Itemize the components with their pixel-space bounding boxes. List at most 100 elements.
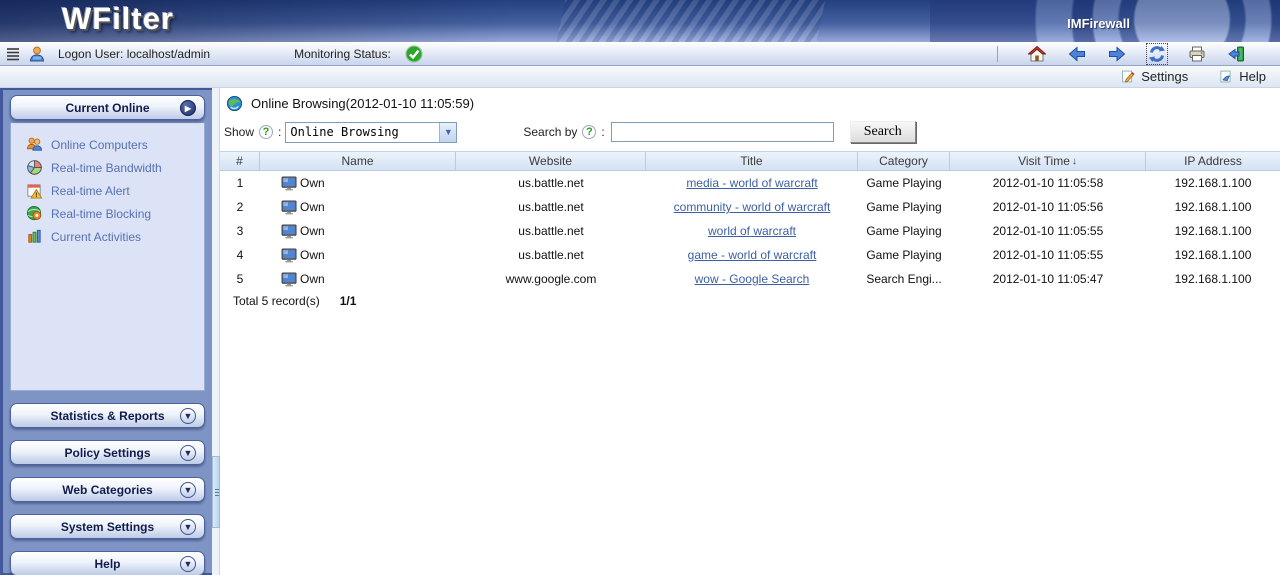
- col-header-website[interactable]: Website: [456, 152, 646, 170]
- show-select[interactable]: Online Browsing ▼: [285, 122, 457, 143]
- chevron-down-icon[interactable]: ▼: [180, 482, 196, 498]
- table-row: 4 Own us.battle.net game - world of warc…: [220, 243, 1280, 267]
- col-header-name[interactable]: Name: [260, 152, 456, 170]
- cell-ip: 192.168.1.100: [1146, 272, 1280, 286]
- col-header-title[interactable]: Title: [646, 152, 858, 170]
- cell-title: world of warcraft: [646, 224, 858, 238]
- sidebar-section-policy-settings[interactable]: Policy Settings ▼: [10, 440, 205, 465]
- cell-name: Own: [260, 176, 456, 191]
- page-title: Online Browsing(2012-01-10 11:05:59): [251, 96, 474, 111]
- main-content: Online Browsing(2012-01-10 11:05:59) Sho…: [220, 88, 1280, 575]
- cell-title: community - world of warcraft: [646, 200, 858, 214]
- settings-button[interactable]: Settings: [1120, 69, 1188, 84]
- table-body: 1 Own us.battle.net media - world of war…: [220, 171, 1280, 291]
- search-help-icon[interactable]: ?: [582, 125, 596, 139]
- sidebar-section-system-settings[interactable]: System Settings ▼: [10, 514, 205, 539]
- sidebar-item-realtime-bandwidth[interactable]: Real-time Bandwidth: [11, 156, 204, 179]
- nav-label: Real-time Alert: [51, 184, 130, 198]
- search-button[interactable]: Search: [850, 121, 916, 143]
- sidebar-section-statistics-reports[interactable]: Statistics & Reports ▼: [10, 403, 205, 428]
- sort-desc-icon: ↓: [1072, 156, 1077, 167]
- sidebar-section-web-categories[interactable]: Web Categories ▼: [10, 477, 205, 502]
- menu-icon[interactable]: [4, 45, 22, 63]
- col-header-ip[interactable]: IP Address: [1146, 152, 1280, 170]
- play-right-icon[interactable]: ▶: [180, 100, 196, 116]
- page-title-link[interactable]: media - world of warcraft: [686, 176, 817, 190]
- table-header: # Name Website Title Category Visit Time…: [220, 151, 1280, 171]
- help-button[interactable]: Help: [1218, 69, 1266, 84]
- splitter-grip-icon: [215, 489, 219, 490]
- sidebar-section-help[interactable]: Help ▼: [10, 551, 205, 575]
- current-online-label: Current Online: [65, 101, 149, 115]
- globe-gear-icon: [26, 205, 43, 222]
- cell-num: 5: [220, 272, 260, 286]
- cell-num: 1: [220, 176, 260, 190]
- status-ok-icon: [405, 45, 423, 63]
- sidebar-item-current-activities[interactable]: Current Activities: [11, 225, 204, 248]
- print-icon[interactable]: [1188, 45, 1206, 63]
- cell-num: 2: [220, 200, 260, 214]
- computer-name: Own: [300, 176, 325, 190]
- splitter-collapse-handle[interactable]: [212, 456, 220, 528]
- home-icon[interactable]: [1028, 45, 1046, 63]
- visit-time-label: Visit Time: [1018, 154, 1070, 168]
- sidebar-section-current-online[interactable]: Current Online ▶: [10, 95, 205, 120]
- forward-icon[interactable]: [1108, 45, 1126, 63]
- wfilter-logo: WFilter: [62, 1, 174, 37]
- col-header-num[interactable]: #: [220, 152, 260, 170]
- browsing-table: # Name Website Title Category Visit Time…: [220, 151, 1280, 308]
- chevron-down-icon[interactable]: ▼: [180, 519, 196, 535]
- sidebar-item-online-computers[interactable]: Online Computers: [11, 133, 204, 156]
- globe-icon: [226, 95, 243, 112]
- subbar: Settings Help: [0, 66, 1280, 88]
- computer-icon: [281, 272, 298, 287]
- page-title-link[interactable]: game - world of warcraft: [688, 248, 817, 262]
- select-arrow-icon[interactable]: ▼: [439, 123, 456, 142]
- sidebar: Current Online ▶ Online Computers Real-t…: [0, 88, 212, 575]
- table-footer: Total 5 record(s) 1/1: [220, 291, 1280, 308]
- logout-icon[interactable]: [1228, 45, 1246, 63]
- cell-num: 3: [220, 224, 260, 238]
- sidebar-splitter[interactable]: [212, 88, 220, 575]
- back-icon[interactable]: [1068, 45, 1086, 63]
- nav-label: Online Computers: [51, 138, 148, 152]
- cell-ip: 192.168.1.100: [1146, 224, 1280, 238]
- cell-ip: 192.168.1.100: [1146, 248, 1280, 262]
- monitoring-status-label: Monitoring Status:: [294, 47, 391, 61]
- computer-name: Own: [300, 224, 325, 238]
- imfirewall-brand: IMFirewall: [1067, 16, 1130, 31]
- page-title-link[interactable]: wow - Google Search: [695, 272, 810, 286]
- sidebar-item-realtime-alert[interactable]: Real-time Alert: [11, 179, 204, 202]
- cell-visit-time: 2012-01-10 11:05:55: [950, 224, 1146, 238]
- chevron-down-icon[interactable]: ▼: [180, 445, 196, 461]
- nav-label: Real-time Bandwidth: [51, 161, 162, 175]
- chevron-down-icon[interactable]: ▼: [180, 556, 196, 572]
- section-label: Policy Settings: [64, 446, 150, 460]
- col-header-category[interactable]: Category: [858, 152, 950, 170]
- page-title-link[interactable]: world of warcraft: [708, 224, 796, 238]
- page-title-link[interactable]: community - world of warcraft: [674, 200, 831, 214]
- cell-category: Game Playing: [858, 176, 950, 190]
- computer-name: Own: [300, 248, 325, 262]
- refresh-icon[interactable]: [1148, 45, 1166, 63]
- settings-label: Settings: [1141, 69, 1188, 84]
- search-input[interactable]: [611, 122, 834, 142]
- section-label: Help: [94, 557, 120, 571]
- page-title-row: Online Browsing(2012-01-10 11:05:59): [220, 88, 1280, 115]
- show-select-value: Online Browsing: [286, 125, 439, 139]
- section-label: Web Categories: [62, 483, 152, 497]
- cell-name: Own: [260, 272, 456, 287]
- toolbar: Logon User: localhost/admin Monitoring S…: [0, 42, 1280, 66]
- colon: :: [278, 125, 281, 139]
- sidebar-item-realtime-blocking[interactable]: Real-time Blocking: [11, 202, 204, 225]
- toolbar-divider: [997, 46, 998, 62]
- chevron-down-icon[interactable]: ▼: [180, 408, 196, 424]
- show-label: Show: [224, 125, 254, 139]
- col-header-visit-time[interactable]: Visit Time ↓: [950, 152, 1146, 170]
- alert-calendar-icon: [26, 182, 43, 199]
- show-help-icon[interactable]: ?: [259, 125, 273, 139]
- computer-icon: [281, 224, 298, 239]
- cell-website: us.battle.net: [456, 248, 646, 262]
- nav-label: Current Activities: [51, 230, 141, 244]
- colon: :: [601, 125, 604, 139]
